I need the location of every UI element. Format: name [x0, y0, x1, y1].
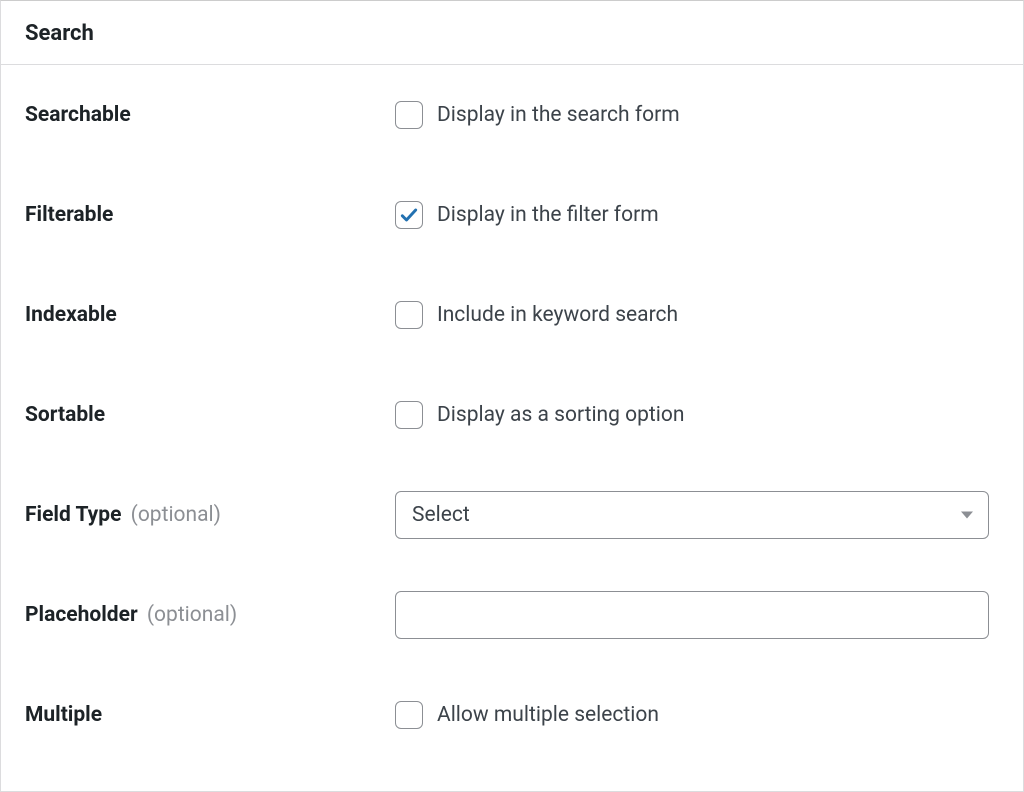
label-searchable: Searchable	[25, 103, 395, 127]
row-filterable: Filterable Display in the filter form	[25, 191, 999, 239]
optional-hint: (optional)	[147, 603, 237, 627]
row-placeholder: Placeholder (optional)	[25, 591, 999, 639]
search-settings-panel: Search Searchable Display in the search …	[0, 0, 1024, 792]
optional-hint: (optional)	[131, 503, 221, 527]
label-field-type: Field Type (optional)	[25, 503, 395, 527]
panel-body: Searchable Display in the search form Fi…	[1, 65, 1023, 763]
select-field-type[interactable]: Select	[395, 491, 989, 539]
checkbox-multiple[interactable]	[395, 701, 423, 729]
row-searchable: Searchable Display in the search form	[25, 91, 999, 139]
checkbox-indexable-label: Include in keyword search	[437, 303, 678, 327]
label-filterable: Filterable	[25, 203, 395, 227]
checkbox-multiple-label: Allow multiple selection	[437, 703, 659, 727]
row-multiple: Multiple Allow multiple selection	[25, 691, 999, 739]
row-sortable: Sortable Display as a sorting option	[25, 391, 999, 439]
checkbox-filterable-label: Display in the filter form	[437, 203, 659, 227]
row-field-type: Field Type (optional) Select	[25, 491, 999, 539]
checkbox-sortable[interactable]	[395, 401, 423, 429]
check-icon	[399, 205, 419, 225]
input-placeholder[interactable]	[395, 591, 989, 639]
checkbox-searchable[interactable]	[395, 101, 423, 129]
panel-title: Search	[1, 1, 1023, 65]
label-multiple: Multiple	[25, 703, 395, 727]
checkbox-filterable[interactable]	[395, 201, 423, 229]
row-indexable: Indexable Include in keyword search	[25, 291, 999, 339]
checkbox-sortable-label: Display as a sorting option	[437, 403, 684, 427]
checkbox-searchable-label: Display in the search form	[437, 103, 680, 127]
label-indexable: Indexable	[25, 303, 395, 327]
checkbox-indexable[interactable]	[395, 301, 423, 329]
label-placeholder: Placeholder (optional)	[25, 603, 395, 627]
label-sortable: Sortable	[25, 403, 395, 427]
